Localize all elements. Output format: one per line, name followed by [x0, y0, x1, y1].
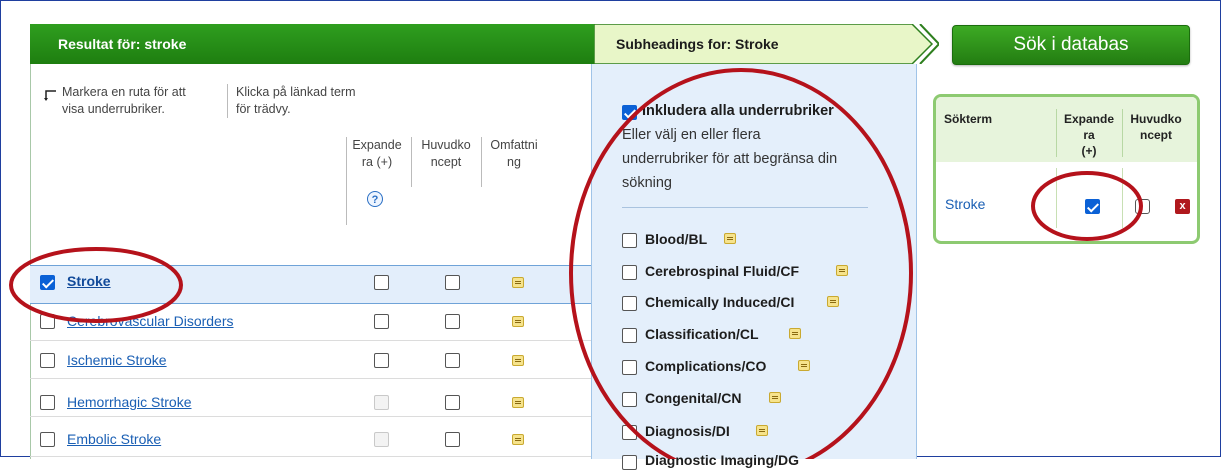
col-divider — [411, 137, 412, 187]
row-select-checkbox[interactable] — [40, 432, 55, 447]
note-icon[interactable] — [512, 316, 524, 327]
note-icon[interactable] — [827, 296, 839, 307]
subheading-label: Classification/CL — [645, 326, 759, 342]
term-link[interactable]: Ischemic Stroke — [67, 352, 167, 368]
row-select-checkbox[interactable] — [40, 395, 55, 410]
term-link[interactable]: Cerebrovascular Disorders — [67, 313, 234, 329]
include-all-checkbox[interactable] — [622, 105, 637, 120]
row-select-checkbox[interactable] — [40, 314, 55, 329]
instruction-divider — [227, 84, 228, 118]
delete-icon[interactable]: x — [1175, 199, 1190, 214]
search-col-divider — [1056, 109, 1057, 157]
expand-checkbox — [374, 432, 389, 447]
subheading-label: Blood/BL — [645, 231, 708, 247]
table-row — [30, 265, 592, 304]
note-icon[interactable] — [512, 355, 524, 366]
note-icon[interactable] — [836, 265, 848, 276]
subheadings-divider — [622, 207, 868, 208]
major-checkbox[interactable] — [445, 395, 460, 410]
subheading-label: Diagnostic Imaging/DG — [645, 452, 800, 468]
subheading-label: Congenital/CN — [645, 390, 742, 406]
subheadings-help: Eller välj en eller flera underrubriker … — [622, 127, 838, 191]
search-col-major: Huvudko ncept — [1130, 112, 1182, 142]
note-icon[interactable] — [789, 328, 801, 339]
search-major-checkbox[interactable] — [1135, 199, 1150, 214]
major-checkbox[interactable] — [445, 275, 460, 290]
major-checkbox[interactable] — [445, 353, 460, 368]
col-divider — [346, 137, 347, 225]
expand-checkbox — [374, 395, 389, 410]
subheading-checkbox[interactable] — [622, 296, 637, 311]
expand-checkbox[interactable] — [374, 275, 389, 290]
col-header-scope: Omfattni ng — [490, 138, 538, 169]
search-col-term: Sökterm — [944, 112, 993, 126]
major-checkbox[interactable] — [445, 432, 460, 447]
note-icon[interactable] — [756, 425, 768, 436]
subheading-checkbox[interactable] — [622, 455, 637, 470]
subheadings-title: Subheadings for: Stroke — [616, 36, 779, 52]
col-header-expand: Expande ra (+) — [352, 138, 402, 169]
search-col-expand: Expande ra (+) — [1063, 112, 1114, 158]
row-select-checkbox[interactable] — [40, 275, 55, 290]
subheading-checkbox[interactable] — [622, 328, 637, 343]
search-col-divider — [1122, 109, 1123, 157]
instruction-tree: Klicka på länkad term för trädvy. — [236, 85, 356, 116]
subheading-label: Diagnosis/DI — [645, 423, 730, 439]
term-link[interactable]: Hemorrhagic Stroke — [67, 394, 192, 410]
note-icon[interactable] — [798, 360, 810, 371]
include-all-label: Inkludera alla underrubriker — [642, 103, 834, 119]
subheading-label: Chemically Induced/CI — [645, 294, 795, 310]
search-col-divider — [1056, 168, 1057, 228]
note-icon[interactable] — [512, 277, 524, 288]
subheading-checkbox[interactable] — [622, 360, 637, 375]
col-divider — [481, 137, 482, 187]
subheading-checkbox[interactable] — [622, 233, 637, 248]
subheading-checkbox[interactable] — [622, 265, 637, 280]
expand-checkbox[interactable] — [374, 314, 389, 329]
search-expand-checkbox[interactable] — [1085, 199, 1100, 214]
subheading-label: Complications/CO — [645, 358, 767, 374]
subheading-checkbox[interactable] — [622, 425, 637, 440]
term-link[interactable]: Embolic Stroke — [67, 431, 161, 447]
row-select-checkbox[interactable] — [40, 353, 55, 368]
major-checkbox[interactable] — [445, 314, 460, 329]
note-icon[interactable] — [724, 233, 736, 244]
expand-checkbox[interactable] — [374, 353, 389, 368]
term-link[interactable]: Stroke — [67, 273, 111, 289]
note-icon[interactable] — [769, 392, 781, 403]
instruction-checkbox: Markera en ruta för att visa underrubrike… — [62, 85, 186, 116]
search-database-label[interactable]: Sök i databas — [952, 34, 1190, 56]
results-title: Resultat för: stroke — [58, 36, 187, 52]
help-icon[interactable]: ? — [367, 191, 383, 207]
col-header-major: Huvudko ncept — [421, 138, 471, 169]
search-col-divider — [1122, 168, 1123, 228]
subheading-label: Cerebrospinal Fluid/CF — [645, 263, 800, 279]
note-icon[interactable] — [512, 434, 524, 445]
search-term-link[interactable]: Stroke — [945, 196, 985, 212]
arrow-left-icon — [44, 88, 58, 102]
subheading-checkbox[interactable] — [622, 392, 637, 407]
note-icon[interactable] — [512, 397, 524, 408]
